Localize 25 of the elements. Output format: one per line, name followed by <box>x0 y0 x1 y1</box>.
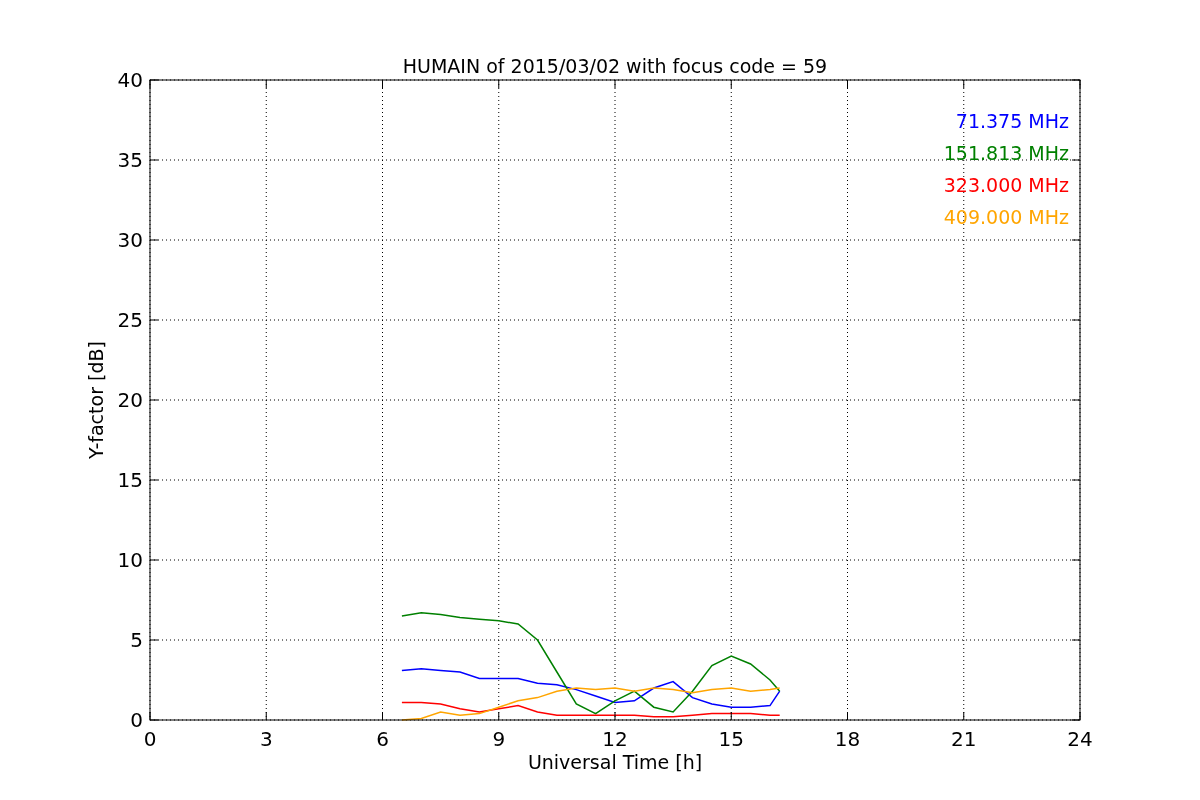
tick-label: 24 <box>1067 727 1093 751</box>
axis-label: Universal Time [h] <box>527 751 703 773</box>
tick-label: 10 <box>117 548 143 572</box>
tick-label: 18 <box>834 727 861 751</box>
tick-label: 5 <box>130 628 143 652</box>
tick-label: 6 <box>376 727 389 751</box>
tick-label: 25 <box>117 308 143 332</box>
tick-label: 21 <box>951 727 977 751</box>
axis-label: Y-factor [dB] <box>85 341 107 459</box>
tick-label: 3 <box>259 727 273 751</box>
tick-label: 20 <box>117 388 143 412</box>
tick-label: 40 <box>117 68 143 92</box>
tick-label: 9 <box>492 727 506 751</box>
tick-label: 35 <box>117 148 143 172</box>
legend-label: 409.000 MHz <box>943 206 1069 228</box>
tick-label: 15 <box>718 727 744 751</box>
tick-label: 0 <box>143 727 157 751</box>
legend-label: 323.000 MHz <box>943 174 1069 196</box>
legend-label: 71.375 MHz <box>955 110 1069 132</box>
tick-label: 12 <box>602 727 628 751</box>
tick-label: 30 <box>117 228 143 252</box>
tick-label: 0 <box>130 708 143 732</box>
chart-title: HUMAIN of 2015/03/02 with focus code = 59 <box>402 55 828 77</box>
legend-label: 151.813 MHz <box>943 142 1069 164</box>
tick-label: 15 <box>117 468 143 492</box>
